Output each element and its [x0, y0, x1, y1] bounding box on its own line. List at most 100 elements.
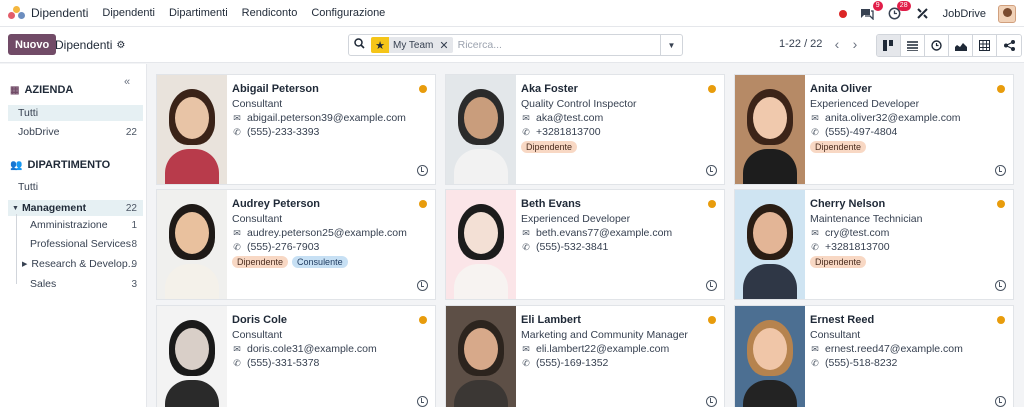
tools-icon[interactable] — [915, 6, 931, 22]
employee-job-title: Consultant — [232, 329, 283, 341]
envelope-icon: ✉ — [811, 112, 819, 123]
activity-clock-icon[interactable] — [417, 280, 428, 291]
presence-status-icon — [997, 316, 1005, 324]
search-bar: ★ My Team ✕ Ricerca... ▼ — [348, 34, 683, 56]
activities-icon[interactable]: 28 — [887, 0, 911, 22]
employee-phone: ✆ (555)-233-3393 — [232, 126, 319, 138]
search-panel: « ▦ AZIENDA Tutti JobDrive 22 👥 DIPARTIM… — [0, 64, 147, 407]
employee-card[interactable]: Abigail Peterson Consultant ✉ abigail.pe… — [156, 74, 436, 185]
presence-status-icon — [997, 200, 1005, 208]
activity-clock-icon[interactable] — [706, 396, 717, 407]
kanban-icon[interactable] — [877, 35, 901, 56]
employee-card[interactable]: Ernest Reed Consultant ✉ ernest.reed47@e… — [734, 305, 1014, 407]
employee-card[interactable]: Cherry Nelson Maintenance Technician ✉ c… — [734, 189, 1014, 300]
employee-card[interactable]: Doris Cole Consultant ✉ doris.cole31@exa… — [156, 305, 436, 407]
facet-label: My Team — [393, 39, 434, 51]
pivot-icon[interactable] — [973, 35, 997, 56]
filter-dip-sales[interactable]: Sales 3 — [8, 276, 143, 292]
clock-icon[interactable] — [925, 35, 949, 56]
pager-value[interactable]: 1-22 / 22 — [779, 38, 822, 50]
graph-icon[interactable] — [949, 35, 973, 56]
employee-email-value: beth.evans77@example.com — [536, 227, 673, 239]
employee-card[interactable]: Aka Foster Quality Control Inspector ✉ a… — [445, 74, 725, 185]
filter-count: 9 — [131, 258, 137, 270]
search-icon[interactable] — [349, 38, 369, 52]
activity-clock-icon[interactable] — [706, 280, 717, 291]
presence-status-icon — [419, 200, 427, 208]
employee-email: ✉ ernest.reed47@example.com — [810, 343, 963, 355]
employee-photo — [157, 190, 227, 299]
star-icon: ★ — [371, 37, 389, 53]
messages-icon[interactable]: 9 — [859, 0, 883, 22]
employee-photo — [446, 75, 516, 184]
list-icon[interactable] — [901, 35, 925, 56]
phone-icon: ✆ — [811, 241, 819, 252]
menu-rendiconto[interactable]: Rendiconto — [242, 7, 298, 19]
search-options-toggle[interactable]: ▼ — [660, 35, 682, 55]
section-title: AZIENDA — [24, 84, 74, 96]
employee-phone-value: (555)-276-7903 — [247, 241, 320, 253]
activity-clock-icon[interactable] — [995, 280, 1006, 291]
building-icon: ▦ — [10, 84, 20, 96]
employee-card[interactable]: Anita Oliver Experienced Developer ✉ ani… — [734, 74, 1014, 185]
employee-tags: Dipendente — [810, 256, 867, 268]
employee-card[interactable]: Eli Lambert Marketing and Community Mana… — [445, 305, 725, 407]
caret-right-icon[interactable]: ▶ — [22, 260, 27, 268]
company-switcher[interactable]: JobDrive — [943, 8, 986, 20]
filter-azienda-jobdrive[interactable]: JobDrive 22 — [8, 124, 143, 140]
breadcrumb: Dipendenti ⚙ — [55, 38, 125, 52]
menu-dipartimenti[interactable]: Dipartimenti — [169, 7, 228, 19]
employee-name: Cherry Nelson — [810, 198, 886, 210]
app-logo-icon[interactable] — [8, 6, 26, 20]
employee-phone-value: (555)-169-1352 — [536, 357, 609, 369]
filter-dip-professional-services[interactable]: Professional Services 8 — [8, 236, 143, 252]
employee-phone: ✆ (555)-169-1352 — [521, 357, 608, 369]
employee-name: Eli Lambert — [521, 314, 581, 326]
employee-phone-value: (555)-331-5378 — [247, 357, 320, 369]
facet-remove-icon[interactable]: ✕ — [439, 39, 448, 52]
employee-phone: ✆ (555)-518-8232 — [810, 357, 897, 369]
filter-dip-management[interactable]: ▼ Management 22 — [8, 200, 143, 216]
collapse-panel-icon[interactable]: « — [124, 76, 130, 88]
caret-down-icon[interactable]: ▼ — [12, 205, 19, 212]
phone-icon: ✆ — [233, 126, 241, 137]
envelope-icon: ✉ — [522, 343, 530, 354]
pager-next-icon[interactable]: › — [846, 35, 864, 53]
phone-icon: ✆ — [522, 241, 530, 252]
new-button[interactable]: Nuovo — [8, 34, 57, 55]
activity-clock-icon[interactable] — [995, 396, 1006, 407]
phone-icon: ✆ — [811, 126, 819, 137]
filter-label: JobDrive — [18, 126, 60, 138]
employee-card[interactable]: Beth Evans Experienced Developer ✉ beth.… — [445, 189, 725, 300]
activity-clock-icon[interactable] — [417, 396, 428, 407]
gear-icon[interactable]: ⚙ — [116, 40, 125, 51]
pager-previous-icon[interactable]: ‹ — [828, 35, 846, 53]
activity-clock-icon[interactable] — [417, 165, 428, 176]
activity-clock-icon[interactable] — [995, 165, 1006, 176]
hierarchy-icon[interactable] — [997, 35, 1021, 56]
menu-dipendenti[interactable]: Dipendenti — [102, 7, 155, 19]
employee-job-title: Consultant — [810, 329, 861, 341]
employee-email: ✉ anita.oliver32@example.com — [810, 112, 960, 124]
filter-dip-research[interactable]: ▶ Research & Develop... 9 — [8, 256, 143, 272]
search-facet: My Team ✕ — [389, 37, 453, 53]
employee-card[interactable]: Audrey Peterson Consultant ✉ audrey.pete… — [156, 189, 436, 300]
envelope-icon: ✉ — [233, 227, 241, 238]
app-name[interactable]: Dipendenti — [31, 6, 88, 20]
employee-photo — [446, 306, 516, 407]
status-indicator-icon[interactable] — [838, 9, 847, 18]
search-input[interactable]: Ricerca... — [458, 39, 660, 51]
filter-dip-amministrazione[interactable]: Amministrazione 1 — [8, 217, 143, 233]
presence-status-icon — [419, 316, 427, 324]
filter-count: 3 — [131, 278, 137, 290]
employee-phone: ✆ +3281813700 — [810, 241, 889, 253]
filter-dip-tutti[interactable]: Tutti — [8, 179, 143, 195]
employee-tag: Dipendente — [521, 141, 578, 153]
user-avatar[interactable] — [998, 4, 1016, 23]
systray: 9 28 JobDrive — [838, 0, 1016, 27]
filter-azienda-tutti[interactable]: Tutti — [8, 105, 143, 121]
menu-configurazione[interactable]: Configurazione — [311, 7, 385, 19]
employee-phone: ✆ (555)-331-5378 — [232, 357, 319, 369]
employee-photo — [735, 190, 805, 299]
activity-clock-icon[interactable] — [706, 165, 717, 176]
